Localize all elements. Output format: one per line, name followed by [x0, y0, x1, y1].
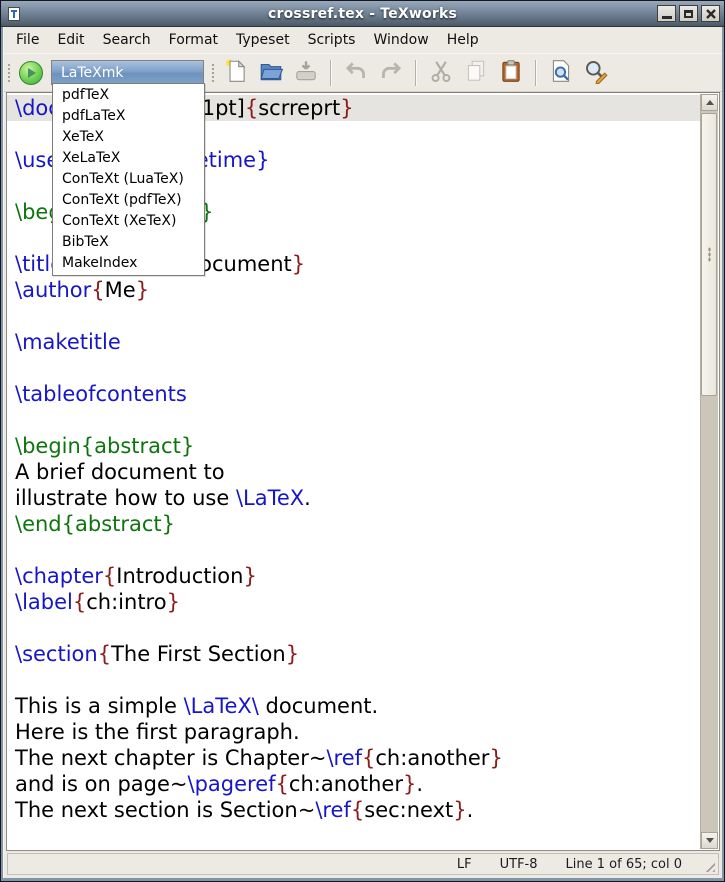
engine-option-context-pdftex[interactable]: ConTeXt (pdfTeX) [53, 190, 204, 211]
minimize-button[interactable] [657, 5, 676, 22]
editor-line[interactable]: \section{The First Section} [15, 641, 700, 667]
undo-button [342, 59, 370, 87]
find-button[interactable] [547, 59, 575, 87]
editor-line[interactable]: \end{abstract} [15, 511, 700, 537]
cut-button [427, 59, 455, 87]
engine-option-context-xetex[interactable]: ConTeXt (XeTeX) [53, 211, 204, 232]
menu-bar: FileEditSearchFormatTypesetScriptsWindow… [4, 27, 722, 53]
editor-line[interactable]: \label{ch:intro} [15, 589, 700, 615]
line-ending-indicator: LF [457, 857, 472, 872]
cut-icon [428, 58, 454, 88]
editor-line[interactable]: \chapter{Introduction} [15, 563, 700, 589]
editor-line[interactable]: and is on page~\pageref{ch:another}. [15, 771, 700, 797]
status-bar: LF UTF-8 Line 1 of 65; col 0 [7, 853, 719, 875]
maximize-icon [684, 10, 693, 18]
editor-line[interactable]: \tableofcontents [15, 381, 700, 407]
close-button[interactable] [701, 5, 720, 22]
new-button[interactable] [222, 59, 250, 87]
save-button [292, 59, 320, 87]
scroll-up-button[interactable] [701, 94, 718, 111]
play-icon [19, 61, 43, 85]
minimize-icon [662, 16, 672, 19]
toolbar-separator [415, 60, 417, 86]
open-button[interactable] [257, 59, 285, 87]
cursor-position-indicator: Line 1 of 65; col 0 [566, 857, 682, 872]
triangle-down-icon [706, 838, 714, 843]
redo-icon [378, 58, 404, 88]
toolbar-grip[interactable] [210, 62, 216, 84]
thumb-grip-icon [708, 247, 711, 262]
app-window: crossref.tex - TeXworks FileEditSearchFo… [0, 0, 725, 882]
find-icon [548, 58, 574, 88]
toolbar-buttons [222, 59, 610, 87]
editor-line[interactable] [15, 407, 700, 433]
menu-search[interactable]: Search [94, 29, 160, 51]
engine-dropdown-list: pdfTeXpdfLaTeXXeTeXXeLaTeXConTeXt (LuaTe… [52, 83, 205, 276]
menu-edit[interactable]: Edit [48, 29, 93, 51]
engine-combobox[interactable]: LaTeXmk [51, 60, 204, 85]
toolbar-grip[interactable] [6, 62, 12, 84]
engine-option-pdftex[interactable]: pdfTeX [53, 85, 204, 106]
engine-selected-label: LaTeXmk [61, 65, 124, 81]
scrollbar-thumb[interactable] [701, 113, 717, 396]
open-folder-icon [258, 58, 284, 88]
paste-button[interactable] [497, 59, 525, 87]
engine-option-pdflatex[interactable]: pdfLaTeX [53, 106, 204, 127]
editor-line[interactable]: The next chapter is Chapter~\ref{ch:anot… [15, 745, 700, 771]
scrollbar-track[interactable] [701, 111, 718, 832]
editor-line[interactable]: \author{Me} [15, 277, 700, 303]
scroll-down-button[interactable] [701, 832, 718, 849]
engine-option-bibtex[interactable]: BibTeX [53, 232, 204, 253]
editor-line[interactable]: \begin{abstract} [15, 433, 700, 459]
new-file-icon [223, 58, 249, 88]
copy-icon [463, 58, 489, 88]
resize-grip[interactable] [702, 859, 715, 872]
vertical-scrollbar[interactable] [700, 94, 718, 849]
menu-scripts[interactable]: Scripts [299, 29, 365, 51]
toolbar-separator [330, 60, 332, 86]
editor-line[interactable]: The next section is Section~\ref{sec:nex… [15, 797, 700, 823]
engine-option-makeindex[interactable]: MakeIndex [53, 253, 204, 274]
engine-option-context-luatex[interactable]: ConTeXt (LuaTeX) [53, 169, 204, 190]
encoding-indicator: UTF-8 [500, 857, 538, 872]
maximize-button[interactable] [679, 5, 698, 22]
app-icon [6, 6, 22, 22]
engine-option-xelatex[interactable]: XeLaTeX [53, 148, 204, 169]
copy-button [462, 59, 490, 87]
close-icon [705, 8, 717, 20]
editor-line[interactable] [15, 615, 700, 641]
undo-icon [343, 58, 369, 88]
paste-icon [498, 58, 524, 88]
menu-file[interactable]: File [7, 29, 48, 51]
editor-line[interactable] [15, 355, 700, 381]
title-bar[interactable]: crossref.tex - TeXworks [1, 1, 724, 27]
window-title: crossref.tex - TeXworks [1, 6, 724, 22]
typeset-button[interactable] [18, 60, 44, 86]
menu-help[interactable]: Help [438, 29, 488, 51]
editor-line[interactable]: illustrate how to use \LaTeX. [15, 485, 700, 511]
editor-line[interactable] [15, 537, 700, 563]
replace-button[interactable] [582, 59, 610, 87]
replace-icon [583, 58, 609, 88]
editor-line[interactable]: This is a simple \LaTeX\ document. [15, 693, 700, 719]
redo-button [377, 59, 405, 87]
engine-option-xetex[interactable]: XeTeX [53, 127, 204, 148]
editor-line[interactable]: \maketitle [15, 329, 700, 355]
triangle-up-icon [706, 100, 714, 105]
save-icon [293, 58, 319, 88]
menu-typeset[interactable]: Typeset [227, 29, 299, 51]
editor-line[interactable]: Here is the first paragraph. [15, 719, 700, 745]
editor-line[interactable] [15, 303, 700, 329]
editor-line[interactable]: A brief document to [15, 459, 700, 485]
editor-line[interactable] [15, 667, 700, 693]
toolbar-separator [535, 60, 537, 86]
menu-format[interactable]: Format [160, 29, 227, 51]
menu-window[interactable]: Window [364, 29, 437, 51]
window-controls [657, 5, 720, 22]
